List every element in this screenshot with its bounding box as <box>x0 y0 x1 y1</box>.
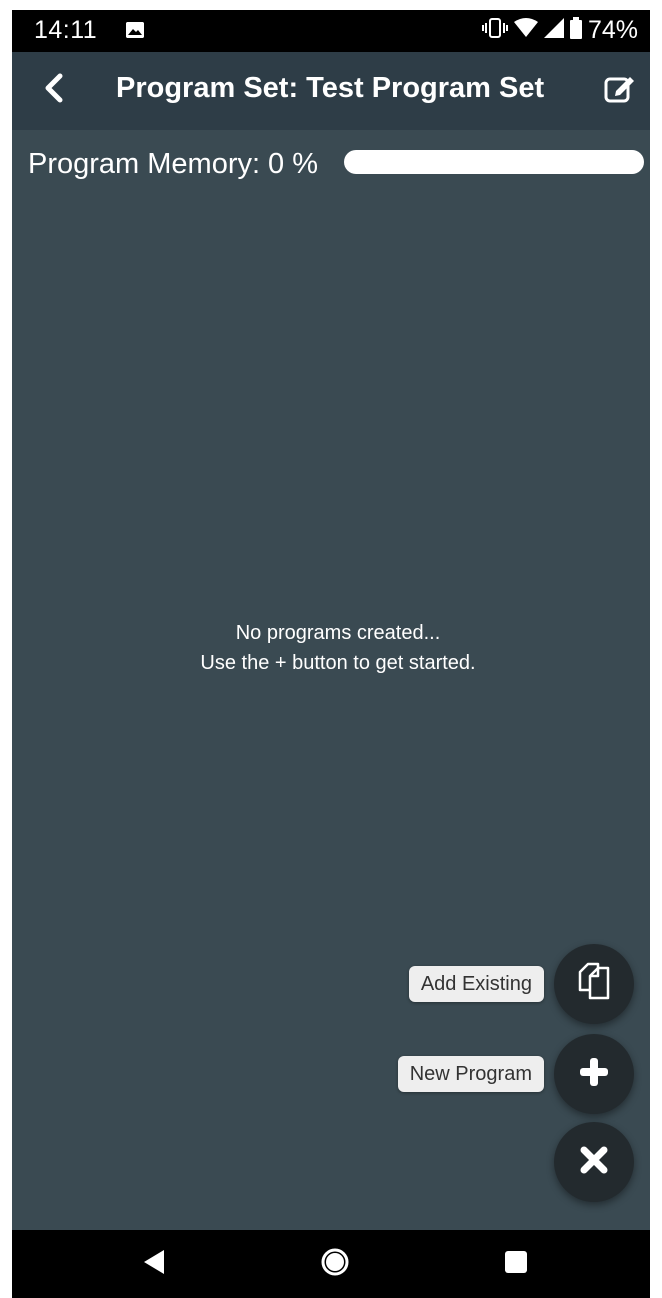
empty-state-line-2: Use the + button to get started. <box>200 652 476 674</box>
program-memory-row: Program Memory: 0 % <box>28 148 318 181</box>
status-bar: 14:11 74% <box>12 10 650 52</box>
system-nav-bar <box>12 1230 650 1298</box>
nav-home-icon <box>320 1247 350 1282</box>
page-title: Program Set: Test Program Set <box>116 72 545 104</box>
battery-percent: 74% <box>587 16 638 44</box>
status-icons: 74% <box>481 16 638 45</box>
plus-icon <box>579 1057 609 1092</box>
add-existing-label[interactable]: Add Existing <box>408 966 544 1002</box>
add-existing-row: Add Existing <box>408 944 634 1024</box>
new-program-row: New Program <box>397 1034 634 1114</box>
nav-recents-button[interactable] <box>476 1230 556 1298</box>
vibrate-icon <box>481 17 508 44</box>
phone-screen: 14:11 74% Program Set: Test Program Set … <box>12 10 650 1298</box>
program-memory-percent: 0 % <box>268 148 319 180</box>
close-icon <box>579 1145 609 1180</box>
copy-icon <box>574 962 614 1007</box>
wifi-icon <box>513 18 538 43</box>
chevron-left-icon <box>42 73 66 108</box>
new-program-label[interactable]: New Program <box>397 1056 544 1092</box>
nav-back-icon <box>142 1249 166 1280</box>
gallery-icon <box>126 22 144 38</box>
app-bar: Program Set: Test Program Set <box>12 52 650 130</box>
main-content: Program Memory: 0 % No programs created.… <box>12 130 650 1230</box>
new-program-button[interactable] <box>554 1034 634 1114</box>
empty-state-line-1: No programs created... <box>235 622 441 644</box>
status-time: 14:11 <box>34 16 98 44</box>
edit-button[interactable] <box>600 70 640 110</box>
add-existing-button[interactable] <box>554 944 634 1024</box>
battery-icon <box>569 17 582 44</box>
close-fab-button[interactable] <box>554 1122 634 1202</box>
empty-state-message: No programs created... Use the + button … <box>12 618 650 678</box>
back-button[interactable] <box>34 70 74 110</box>
nav-back-button[interactable] <box>114 1230 194 1298</box>
program-memory-bar <box>344 150 644 174</box>
nav-home-button[interactable] <box>295 1230 375 1298</box>
edit-icon <box>604 73 636 108</box>
signal-icon <box>543 18 564 43</box>
program-memory-label: Program Memory: <box>28 148 261 180</box>
close-fab-row <box>554 1122 634 1202</box>
nav-recents-icon <box>504 1250 528 1279</box>
